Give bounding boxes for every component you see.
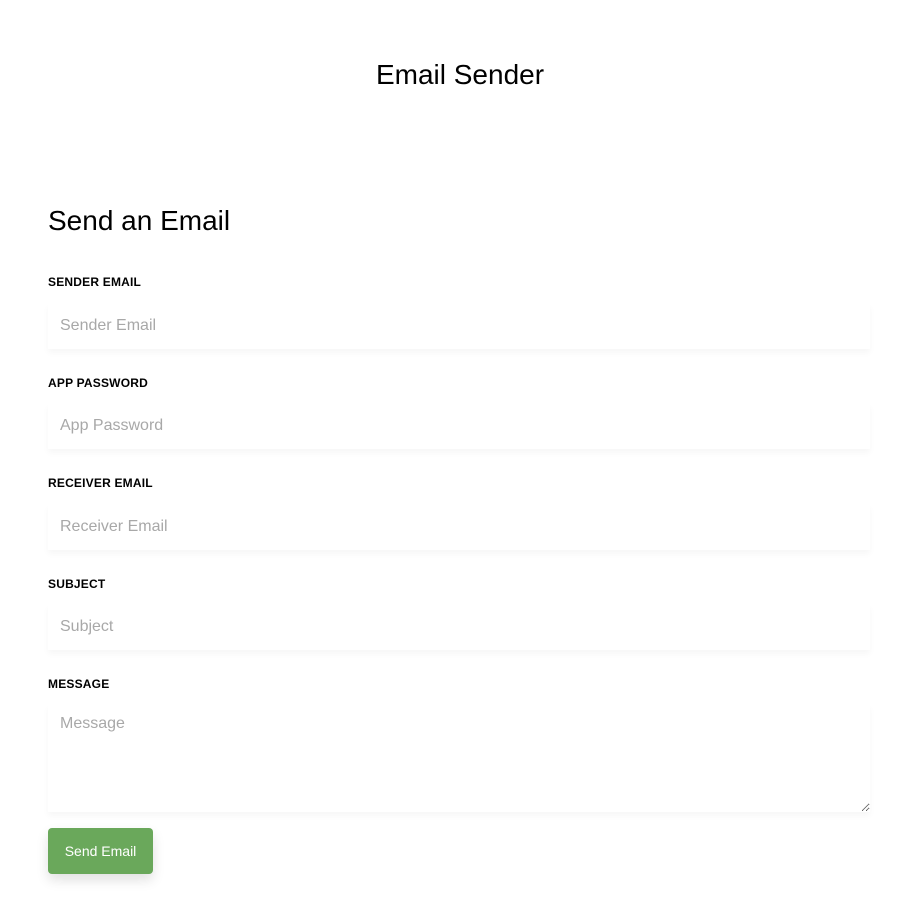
subject-input[interactable] [48,604,870,650]
receiver-email-label: RECEIVER EMAIL [48,476,153,490]
message-textarea[interactable] [48,704,870,812]
subject-label: SUBJECT [48,577,106,591]
app-title: Email Sender [375,59,545,90]
sender-email-input[interactable] [48,303,870,349]
send-email-button[interactable]: Send Email [48,828,153,874]
app-password-input[interactable] [48,403,870,449]
receiver-email-input[interactable] [48,504,870,550]
message-label: MESSAGE [48,677,110,691]
form-heading: Send an Email [48,205,231,236]
sender-email-label: SENDER EMAIL [48,275,142,289]
app-password-label: APP PASSWORD [48,376,148,390]
